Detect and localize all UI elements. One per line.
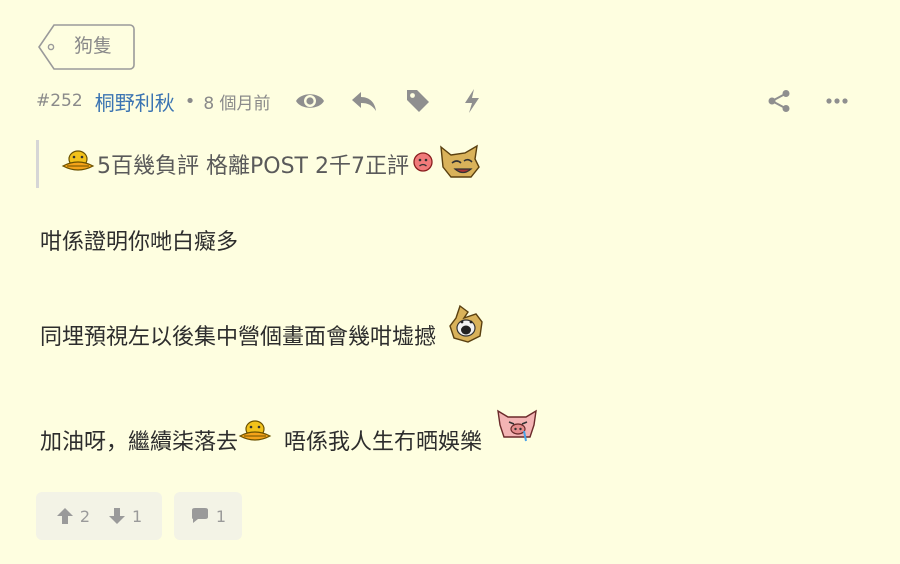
body-text-3b: 唔係我人生冇晒娛樂 <box>284 430 483 455</box>
duck-emoji-icon-2 <box>238 419 272 451</box>
quote-text: 5百幾負評 格離POST 2千7正評 <box>97 154 409 179</box>
monkey-scream-icon <box>446 304 486 352</box>
angry-face-icon <box>411 150 435 178</box>
body-text-2: 同埋預視左以後集中營個畫面會幾咁墟撼 <box>40 325 437 350</box>
reply-count: 1 <box>215 506 227 526</box>
post-username[interactable]: 桐野利秋 <box>95 87 175 116</box>
post-header: #252 桐野利秋 • 8 個月前 <box>36 84 866 118</box>
body-line-2: 同埋預視左以後集中營個畫面會幾咁墟撼 <box>40 304 486 352</box>
upvote-count: 2 <box>79 506 90 526</box>
duck-emoji-icon <box>61 149 95 179</box>
post-time: 8 個月前 <box>203 93 271 114</box>
reply-icon[interactable] <box>349 86 379 116</box>
reply-count-item: 1 <box>190 507 226 526</box>
header-right-actions <box>750 84 866 118</box>
body-line-1: 咁係證明你哋白癡多 <box>40 224 238 256</box>
reply-count-button[interactable]: 1 <box>174 492 242 540</box>
body-line-3: 加油呀，繼續柒落去 唔係我人生冇晒娛樂 <box>40 409 540 456</box>
dog-laugh-icon <box>435 143 483 185</box>
arrow-up-icon <box>56 508 73 524</box>
pig-cry-icon <box>494 407 540 451</box>
post-page: 狗隻 #252 桐野利秋 • 8 個月前 5百幾負評 格離POST 2千7正評 … <box>0 0 900 564</box>
downvote-count: 1 <box>132 506 143 526</box>
quoted-post: 5百幾負評 格離POST 2千7正評 <box>36 140 636 188</box>
post-number: #252 <box>36 91 83 111</box>
eye-icon[interactable] <box>295 86 325 116</box>
upvote-button[interactable]: 2 <box>56 507 90 526</box>
lightning-icon[interactable] <box>457 86 487 116</box>
separator-dot: • <box>184 90 196 112</box>
tag-chip[interactable]: 狗隻 <box>38 24 135 70</box>
share-icon[interactable] <box>764 86 794 116</box>
downvote-button[interactable]: 1 <box>108 507 142 526</box>
more-icon[interactable] <box>822 86 852 116</box>
body-text-1: 咁係證明你哋白癡多 <box>40 230 239 255</box>
vote-buttons: 2 1 <box>36 492 162 540</box>
arrow-down-icon <box>109 508 125 524</box>
tag-label: 狗隻 <box>74 35 113 57</box>
body-text-3a: 加油呀，繼續柒落去 <box>40 430 239 455</box>
tag-icon[interactable] <box>403 86 433 116</box>
comment-icon <box>191 508 208 523</box>
